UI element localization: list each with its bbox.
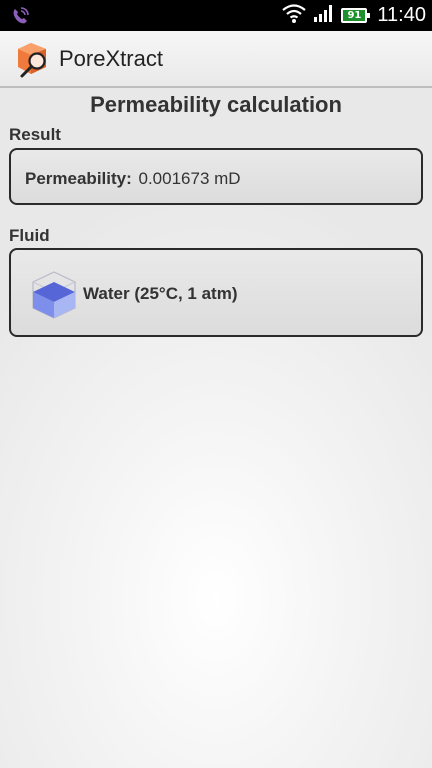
fluid-name: Water (25°C, 1 atm) bbox=[83, 284, 238, 303]
signal-icon bbox=[313, 3, 335, 28]
clock: 11:40 bbox=[377, 4, 426, 26]
fluid-section-label: Fluid bbox=[9, 226, 50, 245]
fluid-selector-card[interactable]: Water (25°C, 1 atm) bbox=[9, 248, 423, 337]
result-section-label: Result bbox=[9, 125, 61, 144]
permeability-result-card: Permeability: 0.001673 mD bbox=[9, 148, 423, 205]
viber-icon bbox=[10, 5, 32, 27]
permeability-row: Permeability: 0.001673 mD bbox=[25, 169, 241, 189]
action-bar: PoreXtract bbox=[0, 31, 432, 88]
water-cube-icon bbox=[29, 268, 79, 320]
app-title: PoreXtract bbox=[59, 46, 163, 71]
page-title: Permeability calculation bbox=[90, 92, 342, 117]
wifi-icon bbox=[281, 3, 307, 28]
status-bar: 91 11:40 bbox=[0, 0, 432, 31]
permeability-value: 0.001673 mD bbox=[138, 169, 241, 188]
porextract-logo-icon[interactable] bbox=[14, 40, 52, 78]
battery-icon: 91 bbox=[341, 8, 371, 23]
permeability-label: Permeability: bbox=[25, 169, 132, 188]
battery-level: 91 bbox=[347, 10, 362, 21]
